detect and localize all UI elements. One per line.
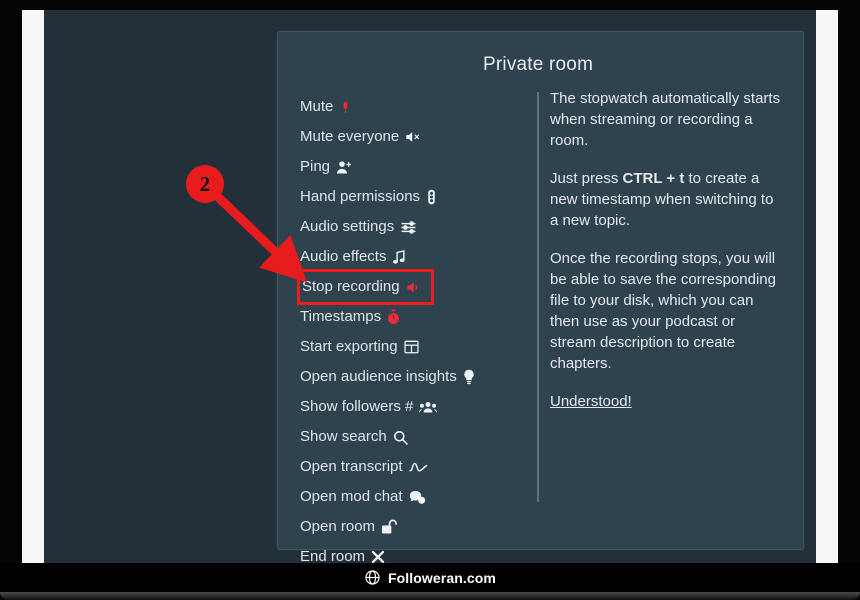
- squiggle-line-icon: [408, 461, 428, 474]
- menu-item-open-audience-insights[interactable]: Open audience insights: [300, 362, 492, 392]
- info-p2-before: Just press: [550, 170, 623, 187]
- understood-link[interactable]: Understood!: [550, 391, 632, 412]
- private-room-modal: Private room Mute Mute everyone Ping Hand p…: [277, 31, 805, 565]
- sliders-icon: [400, 220, 417, 235]
- menu-item-open-room[interactable]: Open room: [300, 512, 492, 542]
- info-paragraph-2: Just press CTRL + t to create a new time…: [550, 168, 782, 231]
- menu-item-mute[interactable]: Mute: [300, 92, 492, 122]
- menu-item-label: Open transcript: [300, 458, 403, 475]
- menu-item-label: Open audience insights: [300, 368, 457, 385]
- modal-body: Mute Mute everyone Ping Hand permissions Aud…: [278, 88, 805, 565]
- menu-item-label: Show search: [300, 428, 387, 445]
- menu-item-label: Start exporting: [300, 338, 398, 355]
- menu-item-label: Open mod chat: [300, 488, 403, 505]
- menu-item-label: Open room: [300, 518, 376, 535]
- table-grid-icon: [403, 340, 419, 354]
- chat-bubbles-icon: [409, 490, 426, 505]
- unlocked-padlock-icon: [381, 519, 397, 535]
- menu-item-label: Audio effects: [300, 248, 387, 265]
- menu-item-start-exporting[interactable]: Start exporting: [300, 332, 492, 362]
- menu-item-audio-effects[interactable]: Audio effects: [300, 242, 492, 272]
- info-paragraph-1: The stopwatch automatically starts when …: [550, 90, 781, 149]
- menu-item-open-transcript[interactable]: Open transcript: [300, 452, 492, 482]
- menu-item-label: Mute everyone: [300, 128, 400, 145]
- speaker-mute-icon: [405, 130, 422, 144]
- menu-item-mute-everyone[interactable]: Mute everyone: [300, 122, 492, 152]
- app-surface: Private room Mute Mute everyone Ping Hand p…: [44, 10, 816, 565]
- page-title: Private room: [483, 54, 594, 75]
- menu-item-label: Show followers #: [300, 398, 414, 415]
- menu-item-timestamps[interactable]: Timestamps: [300, 302, 492, 332]
- menu-item-stop-recording[interactable]: Stop recording: [297, 269, 434, 305]
- search-icon: [393, 430, 408, 445]
- menu-item-label: Stop recording: [302, 278, 400, 295]
- watermark-bar: Followeran.com: [0, 563, 860, 592]
- menu-item-show-search[interactable]: Show search: [300, 422, 492, 452]
- close-x-icon: [371, 550, 385, 564]
- menu-item-show-followers[interactable]: Show followers #: [300, 392, 492, 422]
- keyboard-shortcut: CTRL + t: [622, 170, 685, 187]
- room-options-menu: Mute Mute everyone Ping Hand permissions Aud…: [297, 92, 492, 572]
- speaker-icon: [406, 281, 420, 294]
- menu-item-label: Hand permissions: [300, 188, 421, 205]
- menu-item-label: Timestamps: [300, 308, 382, 325]
- info-panel: The stopwatch automatically starts when …: [550, 88, 782, 412]
- vertical-divider: [537, 92, 539, 502]
- device-frame: Private room Mute Mute everyone Ping Hand p…: [0, 0, 860, 600]
- stopwatch-icon: [387, 309, 400, 325]
- menu-item-hand-permissions[interactable]: Hand permissions: [300, 182, 492, 212]
- music-note-icon: [392, 249, 406, 265]
- menu-item-label: Audio settings: [300, 218, 395, 235]
- menu-item-open-mod-chat[interactable]: Open mod chat: [300, 482, 492, 512]
- info-paragraph-3: Once the recording stops, you will be ab…: [550, 250, 776, 372]
- annotation-step-badge: 2: [186, 165, 224, 203]
- lightbulb-icon: [463, 369, 475, 385]
- person-add-icon: [336, 160, 352, 175]
- menu-item-label: Mute: [300, 98, 334, 115]
- menu-item-ping[interactable]: Ping: [300, 152, 492, 182]
- watermark-text: Followeran.com: [388, 569, 496, 586]
- people-group-icon: [419, 400, 438, 414]
- traffic-light-icon: [426, 189, 437, 205]
- menu-item-label: Ping: [300, 158, 331, 175]
- microphone-icon: [339, 100, 352, 115]
- device-bezel: [0, 592, 860, 600]
- globe-icon: [365, 570, 380, 585]
- menu-item-audio-settings[interactable]: Audio settings: [300, 212, 492, 242]
